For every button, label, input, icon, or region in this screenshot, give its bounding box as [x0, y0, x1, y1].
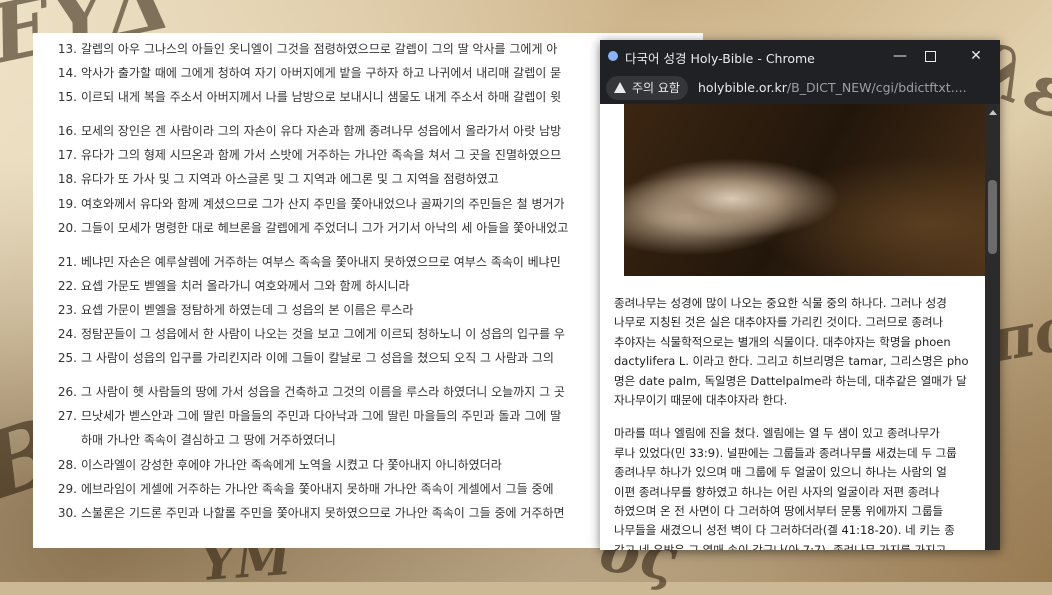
page-content: 종려나무는 성경에 많이 나오는 중요한 식물 중의 하나다. 그러나 성경나무… [600, 104, 985, 550]
article-line: 명은 date palm, 독일명은 Dattelpalme라 하는데, 대추같… [614, 373, 967, 388]
verse-number: 21. [57, 254, 77, 269]
article-line: 하였으며 온 전 사면이 다 그러하여 땅에서부터 문통 위에까지 그룹들 [614, 504, 944, 519]
maximize-icon [924, 50, 936, 62]
verse-number: 23. [57, 302, 77, 317]
verse-number: 22. [57, 278, 77, 293]
verse-number: 18. [57, 172, 77, 187]
verse-number: 24. [57, 327, 77, 342]
article-text: 종려나무는 성경에 많이 나오는 중요한 식물 중의 하나다. 그러나 성경나무… [614, 294, 985, 550]
verse-text: 유다가 그의 형제 시므온과 함께 가서 스밧에 거주하는 가나안 족속을 쳐서… [81, 148, 562, 163]
verse-number: 13. [57, 42, 77, 56]
verse-number: 14. [57, 66, 77, 81]
verse-text: 베냐민 자손은 예루살렘에 거주하는 여부스 족속을 쫓아내지 못하였으므로 여… [81, 254, 561, 269]
verse-number: 25. [57, 351, 77, 366]
chrome-popup-window[interactable]: 다국어 성경 Holy-Bible - Chrome — ✕ 주의 요함 hol… [600, 40, 1000, 550]
article-line: 루나 있었다(민 33:9). 널판에는 그룹들과 종려나무를 새겼는데 두 그… [614, 445, 957, 460]
verse-text: 므낫세가 벧스안과 그에 딸린 마을들의 주민과 다아낙과 그에 딸린 마을들의… [81, 409, 562, 424]
verse-text: 갈렙의 아우 그나스의 아들인 옷니엘이 그것을 점령하였으므로 갈렙이 그의 … [81, 42, 558, 56]
verse-number: 30. [57, 505, 77, 520]
warning-icon [614, 82, 626, 93]
verse-text: 하매 가나안 족속이 결심하고 그 땅에 거주하였더니 [81, 433, 336, 448]
verse-text: 이르되 내게 복을 주소서 아버지께서 나를 남방으로 보내시니 샘물도 내게 … [81, 90, 562, 105]
title-bar[interactable]: 다국어 성경 Holy-Bible - Chrome — ✕ [600, 40, 1000, 72]
article-line: dactylifera L. 이라고 한다. 그리고 히브리명은 tamar, … [614, 354, 969, 369]
verse-text: 이스라엘이 강성한 후에야 가나안 족속에게 노역을 시켰고 다 쫓아내지 아니… [81, 457, 502, 472]
url-path: /B_DICT_NEW/cgi/bdictftxt.... [786, 80, 967, 95]
verse-number: 20. [57, 220, 77, 235]
verse-number: 28. [57, 457, 77, 472]
verse-text: 스불론은 기드론 주민과 나할롤 주민을 쫓아내지 못하였으므로 가나안 족속이… [81, 505, 565, 520]
verse-text: 그들이 모세가 명령한 대로 헤브론을 갈렙에게 주었더니 그가 거기서 아낙의… [81, 220, 569, 235]
scroll-thumb[interactable] [988, 180, 997, 254]
verse-number: 15. [57, 90, 77, 105]
security-indicator[interactable]: 주의 요함 [606, 76, 688, 100]
article-line: 종려나무는 성경에 많이 나오는 중요한 식물 중의 하나다. 그러나 성경 [614, 296, 947, 310]
verse-number: 16. [57, 124, 77, 139]
verse-text: 요셉 가문도 벧엘을 치러 올라가니 여호와께서 그와 함께 하시니라 [81, 278, 410, 293]
verse-text: 모세의 장인은 겐 사람이라 그의 자손이 유다 자손과 함께 종려나무 성읍에… [81, 124, 562, 139]
article-line: 마라를 떠나 엘림에 진을 쳤다. 엘림에는 열 두 샘이 있고 종려나무가 [614, 426, 940, 441]
verse-number: 19. [57, 196, 77, 211]
article-paragraph: 마라를 떠나 엘림에 진을 쳤다. 엘림에는 열 두 샘이 있고 종려나무가루나… [614, 424, 985, 550]
verse-text: 요셉 가문이 벧엘을 정탐하게 하였는데 그 성읍의 본 이름은 루스라 [81, 302, 414, 317]
verse-text: 정탐꾼들이 그 성읍에서 한 사람이 나오는 것을 보고 그에게 이르되 청하노… [81, 327, 565, 342]
verse-text: 여호와께서 유다와 함께 계셨으므로 그가 산지 주민을 쫓아내었으나 골짜기의… [81, 196, 565, 211]
security-label: 주의 요함 [632, 81, 680, 95]
verse-text: 그 사람이 헷 사람들의 땅에 가서 성읍을 건축하고 그것의 이름을 루스라 … [81, 385, 565, 400]
maximize-button[interactable] [916, 46, 944, 66]
minimize-button[interactable]: — [886, 46, 914, 66]
article-line: 종려나무 하나가 있으며 매 그룹에 두 얼굴이 있으니 하나는 사람의 얼 [614, 465, 947, 480]
verse-text: 에브라임이 게셀에 거주하는 가나안 족속을 쫓아내지 못하매 가나안 족속이 … [81, 481, 554, 496]
verse-number: 17. [57, 148, 77, 163]
illustration-image [624, 104, 985, 276]
verse-text: 유다가 또 가사 및 그 지역과 아스글론 및 그 지역과 에그론 및 그 지역… [81, 172, 499, 187]
verse-text: 악사가 출가할 때에 그에게 청하여 자기 아버지에게 밭을 구하자 하고 나귀… [81, 66, 562, 81]
verse-text: 그 사람이 성읍의 입구를 가리킨지라 이에 그들이 칼날로 그 성읍을 쳤으되… [81, 351, 554, 366]
article-paragraph: 종려나무는 성경에 많이 나오는 중요한 식물 중의 하나다. 그러나 성경나무… [614, 294, 985, 410]
verse-number: 27. [57, 409, 77, 424]
article-line: 추야자는 식물학적으로는 별개의 식물이다. 대추야자는 학명을 phoen [614, 334, 951, 349]
article-line: 자나무이기 때문에 대추야자라 한다. [614, 393, 788, 408]
url-text[interactable]: holybible.or.kr/B_DICT_NEW/cgi/bdictftxt… [698, 80, 967, 95]
chrome-app-icon [608, 51, 618, 61]
article-line: 나무들을 새겼으니 성전 벽이 다 그러하더라(겔 41:18-20). 네 키… [614, 523, 955, 538]
article-line: 이편 종려나무를 향하였고 하나는 어린 사자의 얼굴이라 저편 종려나 [614, 484, 940, 499]
window-title: 다국어 성경 Holy-Bible - Chrome [625, 51, 815, 66]
address-bar[interactable]: 주의 요함 holybible.or.kr/B_DICT_NEW/cgi/bdi… [600, 72, 1000, 104]
verse-number: 26. [57, 385, 77, 400]
scrollbar[interactable] [985, 104, 1000, 550]
scroll-up-arrow-icon[interactable] [989, 110, 997, 115]
close-button[interactable]: ✕ [962, 46, 990, 66]
verse-number: 29. [57, 481, 77, 496]
url-host: holybible.or.kr [698, 80, 787, 95]
article-line: 나무로 지칭된 것은 실은 대추야자를 가리킨 것이다. 그러므로 종려나 [614, 315, 944, 330]
article-line: 같고 네 유방은 그 열매 송이 같구나(아 7:7). 종려나무 가지를 가지… [614, 542, 947, 550]
